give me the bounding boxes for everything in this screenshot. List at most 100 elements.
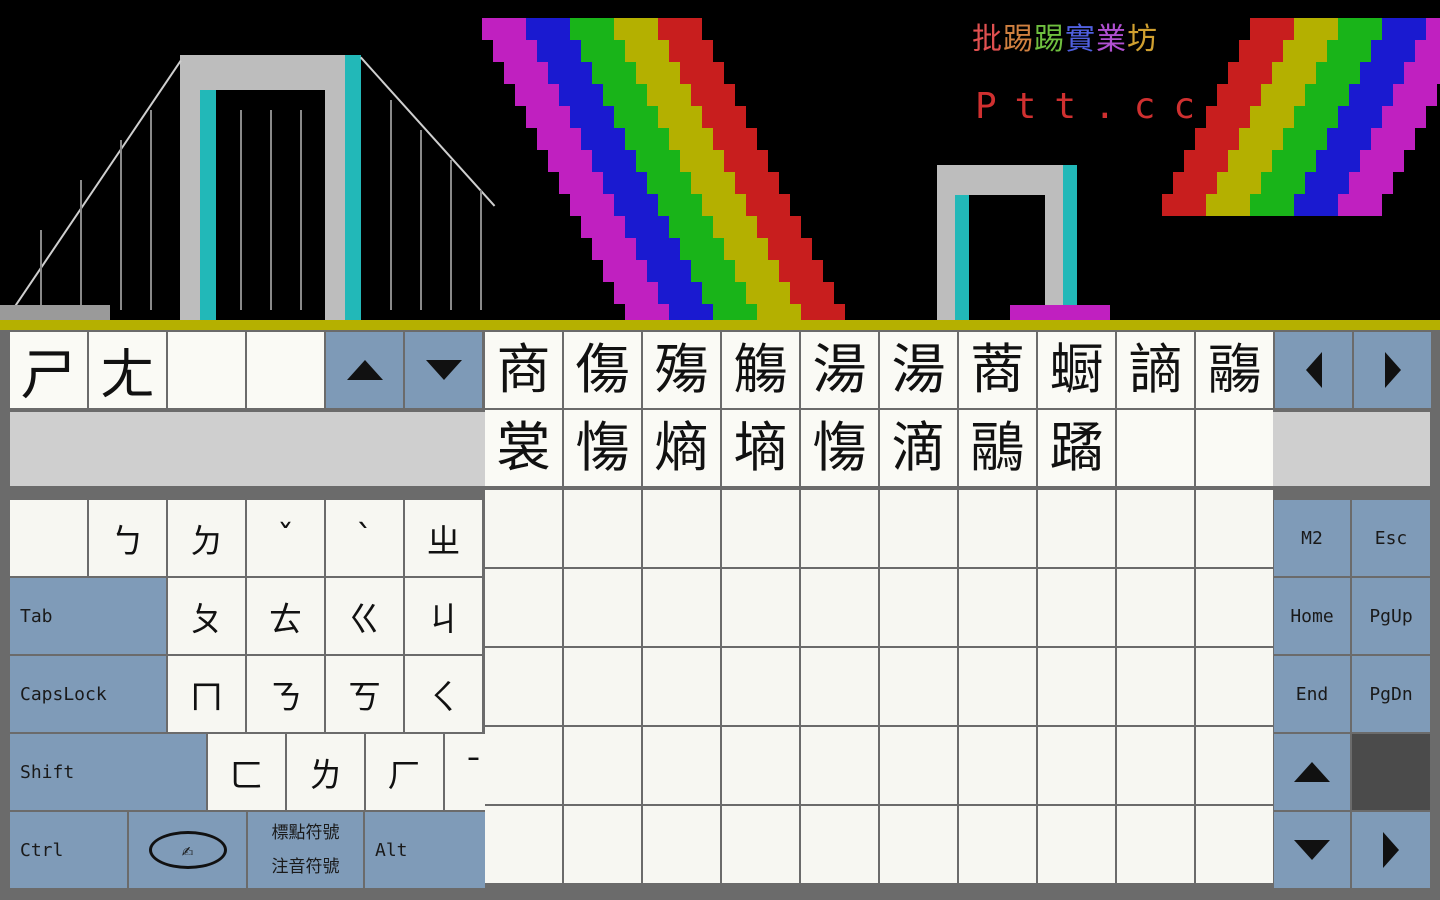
rainbow-block xyxy=(1261,40,1283,62)
rainbow-block xyxy=(636,62,658,84)
candidate-char[interactable]: 裳 xyxy=(485,410,562,486)
key-zhuyin[interactable]: ㄐ xyxy=(405,578,482,654)
pgup-key[interactable]: PgUp xyxy=(1352,578,1430,654)
key-backtick[interactable] xyxy=(10,500,87,576)
rainbow-block xyxy=(713,216,735,238)
rainbow-block xyxy=(581,216,603,238)
esc-key[interactable]: Esc xyxy=(1352,500,1430,576)
arrow-down-icon xyxy=(1294,840,1330,860)
candidate-prev-button[interactable] xyxy=(1275,332,1352,408)
key-zhuyin[interactable]: ㄆ xyxy=(168,578,245,654)
candidate-row-2: 裳 慯 熵 墒 慯 滴 鷊 蹫 xyxy=(485,410,1275,486)
key-zhuyin[interactable]: ˋ xyxy=(326,500,403,576)
candidate-char[interactable]: 慯 xyxy=(801,410,878,486)
bridge-tower-left xyxy=(180,55,200,330)
capslock-key[interactable]: CapsLock xyxy=(10,656,166,732)
candidate-char[interactable]: 蟵 xyxy=(1038,332,1115,408)
ime-switch-key[interactable]: ✍ xyxy=(129,812,246,888)
candidate-char[interactable]: 慯 xyxy=(564,410,641,486)
rainbow-block xyxy=(1327,84,1349,106)
rainbow-block xyxy=(1316,150,1338,172)
key-zhuyin[interactable]: ㄎ xyxy=(326,656,403,732)
rainbow-block xyxy=(1404,62,1426,84)
candidate-char[interactable]: 鬺 xyxy=(1196,332,1273,408)
scroll-down-button[interactable] xyxy=(405,332,482,408)
rainbow-block xyxy=(647,172,669,194)
candidate-char[interactable]: 湯 xyxy=(801,332,878,408)
key-zhuyin[interactable]: ㄍ xyxy=(326,578,403,654)
rainbow-block xyxy=(559,40,581,62)
rainbow-block xyxy=(1349,40,1371,62)
scroll-up-button[interactable] xyxy=(326,332,403,408)
zhuyin-slot: ㄕ xyxy=(10,332,87,408)
triangle-down-icon xyxy=(425,360,462,380)
candidate-char[interactable]: 墒 xyxy=(722,410,799,486)
rainbow-block xyxy=(1349,128,1371,150)
rainbow-block xyxy=(724,106,746,128)
rainbow-block xyxy=(1228,150,1250,172)
key-zhuyin[interactable]: ㄋ xyxy=(247,656,324,732)
arrow-up-key[interactable] xyxy=(1274,734,1350,810)
rainbow-block xyxy=(614,282,636,304)
key-zhuyin[interactable]: ㄇ xyxy=(168,656,245,732)
candidate-char[interactable]: 滴 xyxy=(880,410,957,486)
home-key[interactable]: Home xyxy=(1274,578,1350,654)
symbol-key[interactable]: 標點符號 注音符號 xyxy=(248,812,363,888)
candidate-char[interactable]: 商 xyxy=(485,332,562,408)
rainbow-block xyxy=(1305,128,1327,150)
rainbow-block xyxy=(493,40,515,62)
arrow-down-key[interactable] xyxy=(1274,812,1350,888)
m2-key[interactable]: M2 xyxy=(1274,500,1350,576)
tab-key[interactable]: Tab xyxy=(10,578,166,654)
rainbow-block xyxy=(1371,172,1393,194)
rainbow-block xyxy=(548,150,570,172)
rainbow-block xyxy=(636,150,658,172)
rainbow-block xyxy=(1316,106,1338,128)
candidate-char[interactable]: 熵 xyxy=(643,410,720,486)
rainbow-block xyxy=(614,62,636,84)
rainbow-block xyxy=(1261,172,1283,194)
key-zhuyin[interactable]: ㄉ xyxy=(168,500,245,576)
shift-key[interactable]: Shift xyxy=(10,734,206,810)
rainbow-block xyxy=(1272,194,1294,216)
rainbow-block xyxy=(1206,194,1228,216)
rainbow-block xyxy=(1162,194,1184,216)
bridge-cable xyxy=(1,60,182,327)
key-zhuyin[interactable]: ㄓ xyxy=(405,500,482,576)
key-zhuyin[interactable]: ㄈ xyxy=(208,734,285,810)
ptt-site-url: Ptt.cc xyxy=(975,86,1214,127)
end-key[interactable]: End xyxy=(1274,656,1350,732)
rainbow-block xyxy=(1349,172,1371,194)
key-zhuyin[interactable]: ㄊ xyxy=(247,578,324,654)
key-zhuyin[interactable]: ˉ xyxy=(445,734,485,810)
candidate-char[interactable]: 殤 xyxy=(643,332,720,408)
key-zhuyin[interactable]: ㄑ xyxy=(405,656,482,732)
candidate-next-button[interactable] xyxy=(1354,332,1431,408)
key-zhuyin[interactable]: ㄏ xyxy=(366,734,443,810)
ctrl-key[interactable]: Ctrl xyxy=(10,812,127,888)
rainbow-block xyxy=(1316,18,1338,40)
rainbow-block xyxy=(1294,18,1316,40)
rainbow-block xyxy=(1404,18,1426,40)
rainbow-block xyxy=(680,238,702,260)
candidate-char[interactable]: 蔏 xyxy=(959,332,1036,408)
candidate-char[interactable]: 湯 xyxy=(880,332,957,408)
rainbow-block xyxy=(757,216,779,238)
rainbow-block xyxy=(614,194,636,216)
arrow-right-key[interactable] xyxy=(1352,812,1430,888)
candidate-char[interactable]: 鷊 xyxy=(959,410,1036,486)
key-zhuyin[interactable]: ˇ xyxy=(247,500,324,576)
rainbow-block xyxy=(559,172,581,194)
key-zhuyin[interactable]: ㄅ xyxy=(89,500,166,576)
alt-key[interactable]: Alt xyxy=(365,812,485,888)
rainbow-block xyxy=(1228,62,1250,84)
candidate-char[interactable]: 觴 xyxy=(722,332,799,408)
key-zhuyin[interactable]: ㄌ xyxy=(287,734,364,810)
candidate-char[interactable]: 傷 xyxy=(564,332,641,408)
pgdn-key[interactable]: PgDn xyxy=(1352,656,1430,732)
candidate-char[interactable]: 蹫 xyxy=(1038,410,1115,486)
rainbow-block xyxy=(768,238,790,260)
candidate-char[interactable]: 謪 xyxy=(1117,332,1194,408)
rainbow-block xyxy=(515,84,537,106)
zhuyin-slot xyxy=(247,332,324,408)
